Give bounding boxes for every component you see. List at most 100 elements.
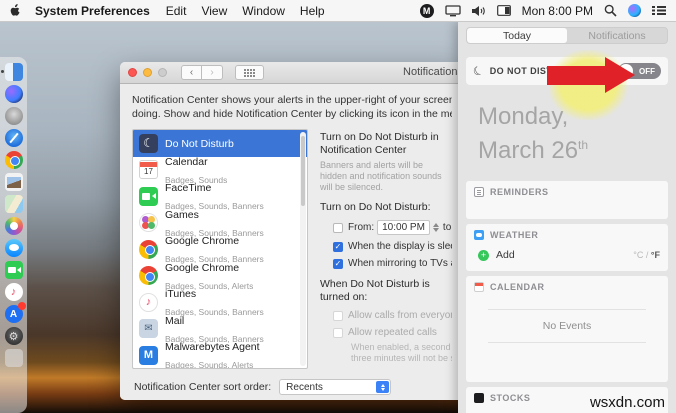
dnd-schedule-row: From: 10:00 PM to: 7:00 xyxy=(333,220,452,235)
menu-help[interactable]: Help xyxy=(300,4,325,18)
turn-on-dnd-heading: Turn on Do Not Disturb: xyxy=(320,201,431,213)
siri-dock-icon[interactable] xyxy=(4,85,23,103)
repeated-calls-row: Allow repeated calls xyxy=(333,327,452,338)
app-name: Google Chrome xyxy=(165,261,240,274)
chrome-icon xyxy=(139,239,158,259)
finder-dock-icon[interactable] xyxy=(0,63,23,81)
screen: System Preferences Edit View Window Help… xyxy=(0,0,676,413)
sort-order-value: Recents xyxy=(286,381,323,393)
to-label: to: xyxy=(442,222,452,233)
display-sleeping-label: When the display is sleeping xyxy=(348,241,452,252)
spotlight-search-icon[interactable] xyxy=(604,4,617,17)
trash-dock-icon[interactable] xyxy=(4,349,23,367)
maps-dock-icon[interactable] xyxy=(4,195,23,213)
red-arrow xyxy=(547,66,605,85)
mirroring-checkbox[interactable]: ✓ xyxy=(333,258,343,269)
forward-button[interactable]: › xyxy=(202,65,223,80)
calendar-widget: CALENDAR No Events xyxy=(466,276,668,382)
stocks-icon xyxy=(474,393,484,403)
do-not-disturb-icon: ☾ xyxy=(139,133,158,153)
malwarebytes-icon: M xyxy=(139,345,158,365)
photos-dock-icon[interactable] xyxy=(4,217,23,235)
sort-order-label: Notification Center sort order: xyxy=(134,381,272,393)
mirroring-label: When mirroring to TVs and proje xyxy=(348,258,452,269)
schedule-checkbox[interactable] xyxy=(333,222,343,233)
appstore-letter: A xyxy=(9,308,18,320)
close-window-button[interactable] xyxy=(128,68,137,77)
zoom-window-button[interactable] xyxy=(158,68,167,77)
volume-icon[interactable] xyxy=(471,5,486,17)
apple-menu-icon[interactable] xyxy=(10,4,21,17)
screen-pref-icon[interactable] xyxy=(496,5,511,16)
window-footer: Notification Center sort order: Recents xyxy=(120,374,464,400)
moon-icon: ☾ xyxy=(470,62,487,80)
malwarebytes-status-icon[interactable]: M xyxy=(419,3,434,18)
system-preferences-window: ‹ › Notifications Notification Center sh… xyxy=(120,62,464,400)
launchpad-dock-icon[interactable] xyxy=(4,107,23,125)
notification-center-icon[interactable] xyxy=(652,5,666,16)
messages-dock-icon[interactable] xyxy=(4,239,23,257)
app-detail: Badges, Sounds, Alerts xyxy=(165,360,254,369)
red-arrow-head-icon xyxy=(605,57,635,93)
tab-today[interactable]: Today xyxy=(467,28,567,43)
display-sleeping-checkbox[interactable]: ✓ xyxy=(333,241,343,252)
back-button[interactable]: ‹ xyxy=(181,65,202,80)
preview-dock-icon[interactable] xyxy=(4,173,23,191)
dnd-settings-pane: Turn on Do Not Disturb in Notification C… xyxy=(308,129,452,369)
menu-edit[interactable]: Edit xyxy=(166,4,187,18)
divider xyxy=(488,342,646,343)
minimize-window-button[interactable] xyxy=(143,68,152,77)
temperature-unit-toggle[interactable]: °C / °F xyxy=(633,250,660,260)
celsius-option[interactable]: °C / xyxy=(633,250,651,260)
from-label: From: xyxy=(348,222,375,233)
sort-order-select[interactable]: Recents xyxy=(279,379,392,395)
no-events-text: No Events xyxy=(542,320,592,332)
app-list-scrollbar[interactable] xyxy=(300,132,306,366)
watermark-text: wsxdn.com xyxy=(589,394,665,411)
stocks-header: STOCKS xyxy=(490,393,531,403)
notification-app-list: ☾ Do Not Disturb 17 Calendar Badges, Soun… xyxy=(132,129,308,369)
calendar-widget-icon xyxy=(474,282,484,292)
time-stepper[interactable] xyxy=(432,223,439,232)
chrome-dock-icon[interactable] xyxy=(4,151,23,169)
calendar-icon: 17 xyxy=(139,160,158,180)
window-title: Notifications xyxy=(403,66,463,78)
dock: ♪ A ⚙ xyxy=(0,57,27,413)
dnd-subtext: Banners and alerts will be hidden and no… xyxy=(320,160,442,192)
weather-header: WEATHER xyxy=(490,230,539,240)
reminders-widget: REMINDERS xyxy=(466,181,668,219)
games-icon xyxy=(139,213,158,233)
from-time-field[interactable]: 10:00 PM xyxy=(377,220,430,235)
add-location-label[interactable]: Add xyxy=(496,249,515,261)
menu-view[interactable]: View xyxy=(201,4,227,18)
tab-notifications[interactable]: Notifications xyxy=(567,28,667,43)
itunes-dock-icon[interactable]: ♪ xyxy=(4,283,23,301)
window-titlebar[interactable]: ‹ › Notifications xyxy=(120,62,464,84)
weather-icon xyxy=(474,230,484,240)
appstore-badge xyxy=(17,302,26,310)
app-row-malwarebytes[interactable]: M Malwarebytes Agent Badges, Sounds, Aler… xyxy=(133,342,307,369)
system-preferences-dock-icon[interactable]: ⚙ xyxy=(4,327,23,345)
app-name: Games xyxy=(165,208,199,221)
menu-window[interactable]: Window xyxy=(242,4,285,18)
appstore-dock-icon[interactable]: A xyxy=(4,302,26,323)
menu-clock[interactable]: Mon 8:00 PM xyxy=(522,4,593,18)
facetime-icon xyxy=(139,186,158,206)
add-location-icon[interactable]: + xyxy=(478,249,489,261)
facetime-dock-icon[interactable] xyxy=(4,261,23,279)
safari-dock-icon[interactable] xyxy=(4,129,23,147)
allow-calls-checkbox[interactable] xyxy=(333,310,343,321)
siri-icon[interactable] xyxy=(628,4,641,17)
app-name: iTunes xyxy=(165,288,197,301)
notification-center-description-line2: doing. Show and hide Notification Center… xyxy=(132,107,452,120)
allow-calls-row: Allow calls from everyone xyxy=(333,310,452,321)
show-all-preferences-button[interactable] xyxy=(235,65,264,80)
reminders-header: REMINDERS xyxy=(490,187,549,197)
panel-tabs: Today Notifications xyxy=(466,27,668,44)
repeated-calls-checkbox[interactable] xyxy=(333,327,343,338)
menu-app-name[interactable]: System Preferences xyxy=(35,4,150,18)
app-name: Calendar xyxy=(165,155,208,168)
fahrenheit-option[interactable]: °F xyxy=(651,250,660,260)
date-ordinal-suffix: th xyxy=(578,138,589,152)
display-mirroring-icon[interactable] xyxy=(444,4,461,17)
